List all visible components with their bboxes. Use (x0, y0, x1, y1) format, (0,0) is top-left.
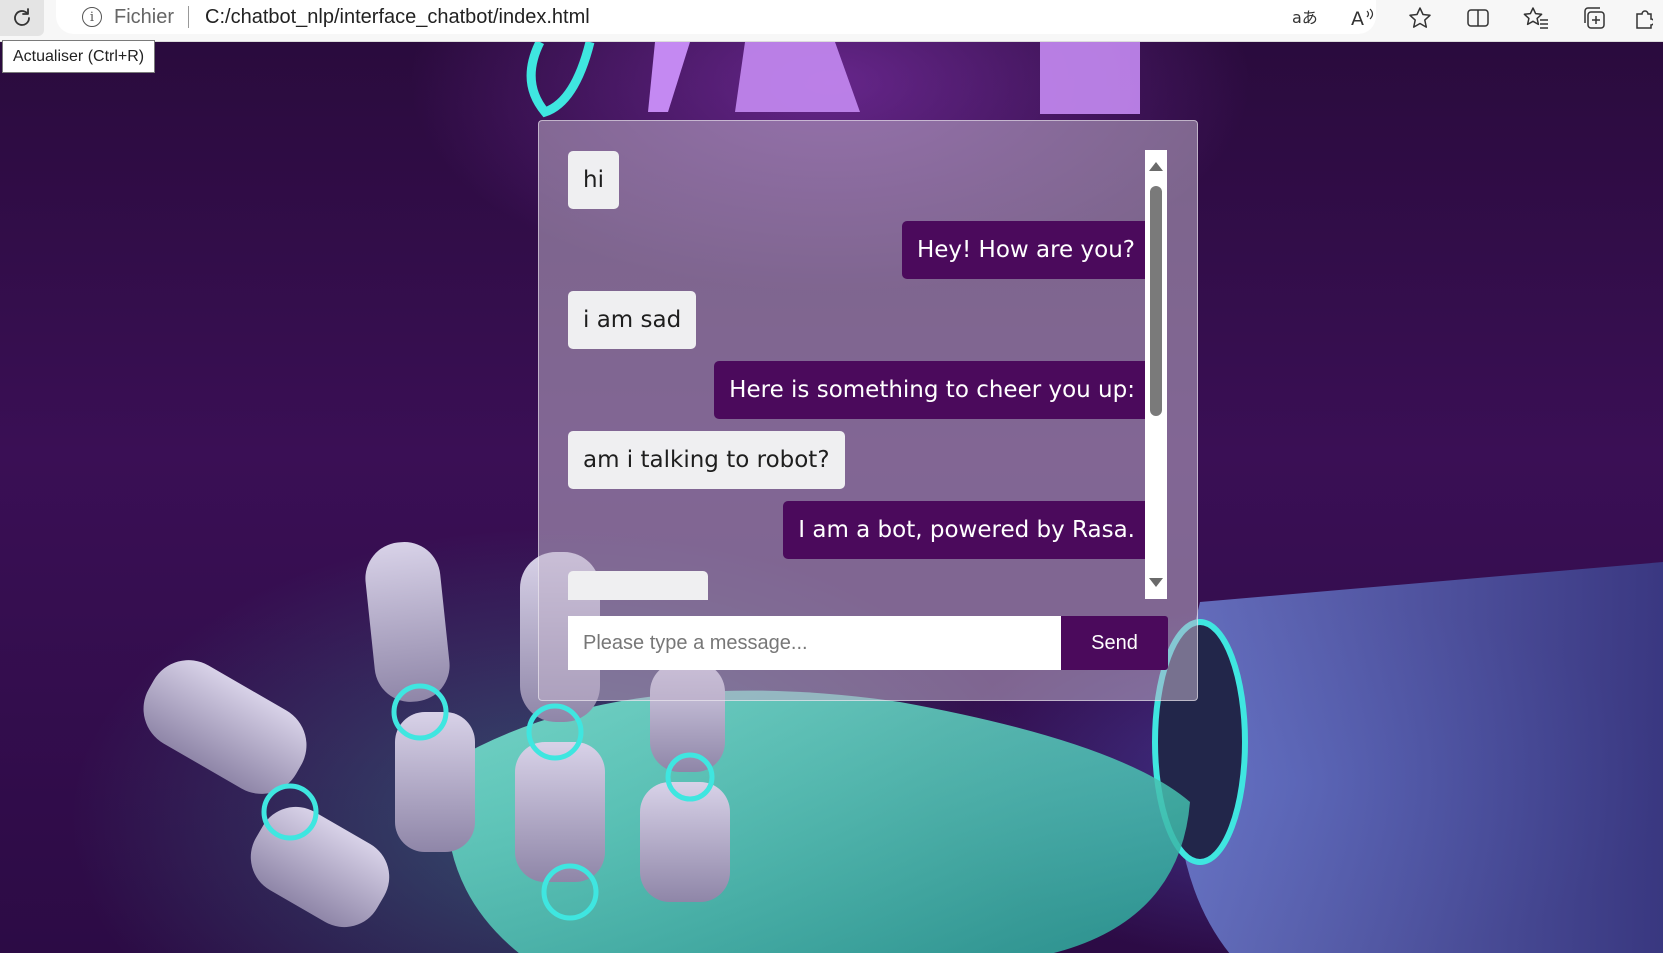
reload-button[interactable] (0, 0, 44, 36)
message-input[interactable] (568, 616, 1061, 670)
scroll-up-arrow-icon[interactable] (1149, 162, 1163, 171)
user-message: hi (568, 151, 619, 209)
chat-scrollbar[interactable] (1145, 150, 1167, 599)
send-button[interactable]: Send (1061, 616, 1168, 670)
split-screen-icon[interactable] (1449, 3, 1507, 33)
scroll-thumb[interactable] (1150, 186, 1162, 416)
browser-toolbar: i Fichier C:/chatbot_nlp/interface_chatb… (0, 0, 1663, 42)
scheme-label: Fichier (114, 5, 175, 28)
bot-message: Here is something to cheer you up: (714, 361, 1150, 419)
address-bar[interactable]: i Fichier C:/chatbot_nlp/interface_chatb… (56, 0, 1376, 34)
read-aloud-icon[interactable]: A (1333, 3, 1391, 33)
chat-log[interactable]: hi Hey! How are you? i am sad Here is somet… (568, 151, 1150, 600)
bot-message: Hey! How are you? (901, 221, 1150, 279)
favorites-icon[interactable] (1507, 3, 1565, 33)
url-text[interactable]: C:/chatbot_nlp/interface_chatbot/index.h… (205, 6, 590, 29)
scroll-down-arrow-icon[interactable] (1149, 578, 1163, 587)
chat-container: hi Hey! How are you? i am sad Here is somet… (538, 120, 1198, 701)
collections-icon[interactable] (1565, 3, 1623, 33)
chat-input-row: Send (568, 616, 1168, 670)
svg-text:A: A (1351, 8, 1364, 29)
user-message-partial (568, 571, 708, 600)
favorite-star-icon[interactable] (1391, 3, 1449, 33)
user-message: am i talking to robot? (568, 431, 845, 489)
translate-icon[interactable]: aあ (1275, 3, 1333, 33)
reload-icon (14, 8, 30, 26)
address-separator (188, 6, 190, 28)
reload-tooltip: Actualiser (Ctrl+R) (2, 40, 156, 73)
svg-text:aあ: aあ (1292, 8, 1317, 27)
info-icon[interactable]: i (82, 7, 102, 27)
user-message: i am sad (568, 291, 697, 349)
toolbar-right-icons: aあ A (1275, 0, 1663, 36)
bot-message: I am a bot, powered by Rasa. (783, 501, 1150, 559)
extensions-icon[interactable] (1623, 3, 1663, 33)
